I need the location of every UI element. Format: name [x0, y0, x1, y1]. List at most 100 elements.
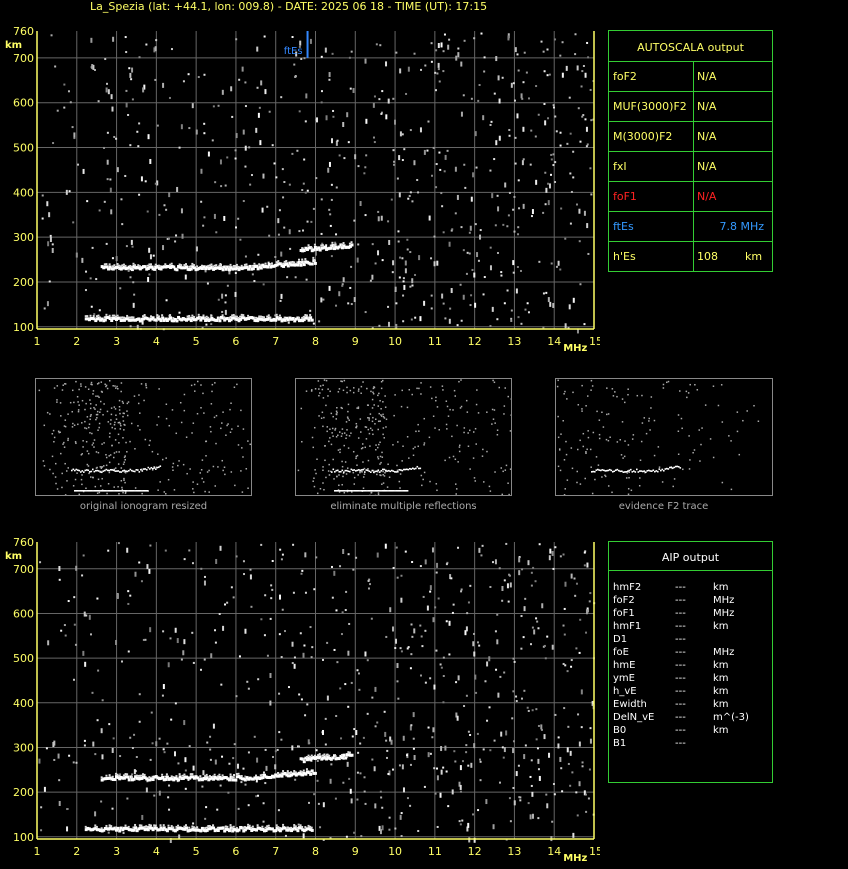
noise-dot: [204, 490, 206, 493]
trace-point: [387, 490, 389, 492]
noise-dot: [366, 659, 369, 662]
noise-dot: [138, 394, 140, 396]
noise-dot: [281, 608, 284, 611]
noise-dot: [364, 651, 367, 657]
noise-dot: [355, 556, 358, 559]
noise-dot: [537, 724, 540, 727]
noise-dot: [200, 168, 203, 174]
noise-dot: [589, 167, 592, 170]
trace-point: [104, 469, 106, 472]
trace-point: [141, 490, 143, 492]
trace-point: [99, 471, 102, 473]
noise-dot: [296, 149, 299, 152]
trace-point: [226, 825, 229, 828]
noise-dot: [473, 743, 476, 749]
trace-point: [661, 468, 664, 471]
noise-dot: [260, 543, 263, 546]
trace-point: [85, 490, 87, 492]
noise-dot: [84, 420, 86, 423]
noise-dot: [504, 469, 507, 471]
trace-point: [405, 490, 407, 492]
noise-dot: [602, 426, 605, 428]
noise-dot: [167, 662, 170, 668]
noise-dot: [441, 385, 444, 387]
trace-point: [392, 470, 395, 472]
y-tick-label: 200: [13, 276, 34, 289]
trace-point: [370, 490, 372, 492]
noise-dot: [554, 115, 557, 118]
noise-dot: [355, 426, 358, 429]
trace-point: [334, 243, 337, 246]
noise-dot: [53, 440, 55, 443]
trace-point: [383, 490, 385, 492]
noise-dot: [89, 415, 92, 418]
trace-point: [188, 314, 191, 317]
noise-dot: [177, 464, 179, 467]
noise-dot: [90, 476, 92, 478]
noise-dot: [80, 454, 83, 456]
trace-point: [621, 470, 623, 473]
noise-dot: [293, 663, 296, 669]
noise-dot: [326, 695, 329, 701]
noise-dot: [407, 197, 410, 200]
trace-point: [377, 469, 380, 471]
noise-dot: [369, 413, 372, 415]
noise-dot: [302, 652, 305, 658]
noise-dot: [140, 580, 143, 583]
trace-point: [227, 778, 231, 782]
noise-dot: [375, 418, 377, 420]
noise-dot: [518, 207, 521, 210]
noise-dot: [360, 447, 363, 450]
aip-unit: km: [713, 582, 729, 593]
trace-point: [646, 469, 649, 472]
noise-dot: [369, 445, 371, 447]
noise-dot: [498, 386, 501, 389]
noise-dot: [444, 317, 447, 320]
noise-dot: [95, 413, 98, 416]
noise-dot: [204, 817, 207, 820]
noise-dot: [72, 221, 75, 224]
trace-point: [603, 469, 605, 472]
trace-point: [120, 471, 123, 473]
noise-dot: [498, 135, 501, 141]
noise-dot: [343, 432, 346, 434]
noise-dot: [463, 431, 465, 434]
noise-dot: [222, 469, 224, 472]
noise-dot: [511, 717, 514, 720]
noise-dot: [496, 639, 499, 645]
noise-dot: [345, 437, 347, 440]
noise-dot: [486, 661, 489, 667]
noise-dot: [203, 73, 206, 76]
noise-dot: [54, 462, 57, 465]
noise-dot: [371, 407, 374, 409]
noise-dot: [401, 764, 404, 770]
trace-point: [418, 467, 420, 470]
noise-dot: [531, 626, 534, 629]
noise-dot: [420, 635, 423, 638]
noise-dot: [587, 430, 589, 432]
noise-dot: [195, 129, 198, 135]
noise-dot: [224, 309, 227, 315]
noise-dot: [529, 775, 532, 778]
noise-dot: [572, 832, 575, 838]
noise-dot: [171, 409, 174, 411]
trace-point: [157, 315, 160, 318]
noise-dot: [418, 430, 420, 432]
trace-point: [342, 490, 344, 492]
noise-dot: [312, 446, 315, 449]
noise-dot: [185, 436, 188, 438]
noise-dot: [516, 53, 519, 56]
noise-dot: [380, 380, 383, 383]
trace-point: [362, 490, 364, 492]
noise-dot: [347, 141, 350, 144]
noise-dot: [406, 647, 409, 650]
noise-dot: [328, 208, 331, 211]
noise-dot: [81, 257, 84, 263]
noise-dot: [405, 92, 408, 95]
noise-dot: [250, 174, 253, 177]
trace-point: [355, 470, 357, 472]
noise-dot: [211, 139, 214, 142]
trace-point: [75, 490, 77, 492]
noise-dot: [220, 427, 222, 430]
noise-dot: [442, 231, 445, 234]
